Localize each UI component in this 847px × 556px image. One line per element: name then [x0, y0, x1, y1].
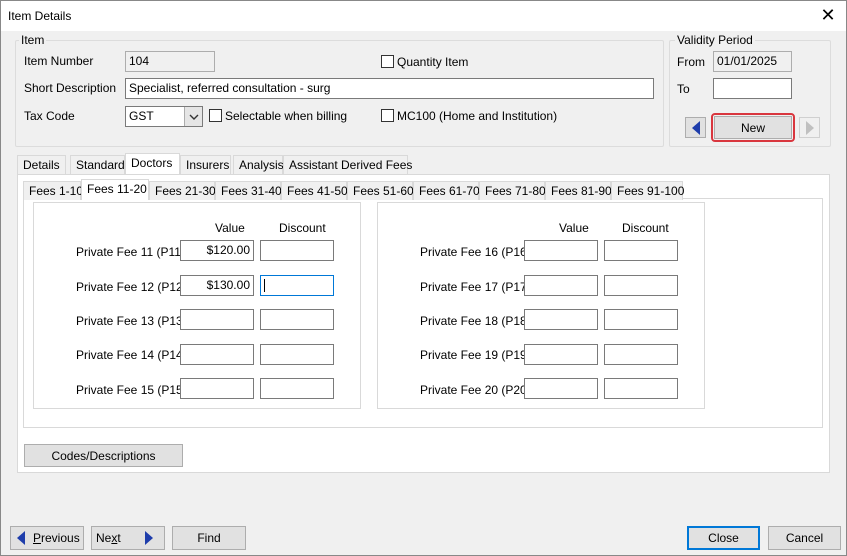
new-button[interactable]: New — [714, 116, 792, 139]
title-bar: Item Details ✕ — [1, 1, 846, 31]
tab-fees-41-50[interactable]: Fees 41-50 — [281, 181, 348, 200]
fee-value-field[interactable] — [524, 309, 598, 330]
item-group-legend: Item — [19, 33, 47, 47]
to-label: To — [677, 82, 690, 96]
right-triangle-icon — [805, 120, 814, 135]
fee-tab-strip: Fees 1-10 Fees 11-20 Fees 21-30 Fees 31-… — [23, 179, 684, 200]
selectable-when-billing-label: Selectable when billing — [225, 109, 348, 123]
fee-discount-field[interactable] — [604, 240, 678, 261]
fee-discount-field[interactable] — [604, 309, 678, 330]
previous-button[interactable]: Previous — [10, 526, 84, 550]
value-header-right: Value — [559, 221, 589, 235]
item-details-window: Item Details ✕ Item Item Number 104 Quan… — [0, 0, 847, 556]
tab-analysis[interactable]: Analysis — [233, 155, 284, 174]
short-description-field[interactable]: Specialist, referred consultation - surg — [125, 78, 654, 99]
tax-code-label: Tax Code — [24, 109, 75, 123]
value-header-left: Value — [215, 221, 245, 235]
left-triangle-icon — [17, 531, 25, 545]
fee-discount-field[interactable] — [260, 344, 334, 365]
tab-insurers[interactable]: Insurers — [180, 155, 231, 174]
next-label: Next — [96, 531, 121, 545]
text-caret — [264, 279, 265, 293]
next-label-start: Ne — [96, 531, 112, 545]
chevron-down-icon[interactable] — [184, 107, 202, 126]
main-tab-strip: Details Standard Doctors Insurers Analys… — [17, 153, 517, 175]
discount-header-left: Discount — [279, 221, 326, 235]
previous-mnemonic: P — [33, 531, 42, 545]
tab-fees-81-90[interactable]: Fees 81-90 — [545, 181, 612, 200]
item-number-field[interactable]: 104 — [125, 51, 215, 72]
validity-prev-button[interactable] — [685, 117, 706, 138]
tab-fees-61-70[interactable]: Fees 61-70 — [413, 181, 480, 200]
right-triangle-icon — [144, 531, 153, 545]
from-label: From — [677, 55, 705, 69]
close-icon[interactable]: ✕ — [818, 5, 838, 25]
fee-value-field[interactable] — [180, 344, 254, 365]
quantity-item-checkbox[interactable] — [381, 55, 394, 68]
tab-assistant-derived-fees[interactable]: Assistant Derived Fees — [283, 155, 412, 174]
fee-label: Private Fee 12 (P12) — [76, 280, 187, 294]
fee-discount-field[interactable] — [260, 309, 334, 330]
fee-value-field[interactable]: $120.00 — [180, 240, 254, 261]
fee-value-field[interactable] — [524, 275, 598, 296]
fee-value-field[interactable] — [180, 309, 254, 330]
fee-label: Private Fee 13 (P13) — [76, 314, 187, 328]
fee-label: Private Fee 11 (P11) — [76, 245, 185, 259]
fee-value-field[interactable] — [524, 344, 598, 365]
tax-code-value: GST — [129, 109, 154, 123]
fee-discount-field[interactable] — [604, 344, 678, 365]
fee-discount-field-focused[interactable] — [260, 275, 334, 296]
fee-discount-field[interactable] — [604, 275, 678, 296]
short-description-label: Short Description — [24, 81, 117, 95]
next-button[interactable]: Next — [91, 526, 165, 550]
tab-fees-31-40[interactable]: Fees 31-40 — [215, 181, 282, 200]
fee-label: Private Fee 14 (P14) — [76, 348, 187, 362]
fee-label: Private Fee 19 (P19) — [420, 348, 531, 362]
left-triangle-icon — [691, 120, 700, 135]
fee-value-field[interactable] — [524, 378, 598, 399]
fee-label: Private Fee 15 (P15) — [76, 383, 187, 397]
cancel-button[interactable]: Cancel — [768, 526, 841, 550]
close-button[interactable]: Close — [687, 526, 760, 550]
find-button[interactable]: Find — [172, 526, 246, 550]
tab-fees-71-80[interactable]: Fees 71-80 — [479, 181, 546, 200]
fee-value-field[interactable] — [180, 378, 254, 399]
previous-label: Previous — [33, 531, 80, 545]
to-date-field[interactable] — [713, 78, 792, 99]
mc100-checkbox[interactable] — [381, 109, 394, 122]
validity-next-button[interactable] — [799, 117, 820, 138]
next-label-end: t — [117, 531, 121, 545]
fee-discount-field[interactable] — [604, 378, 678, 399]
fee-discount-field[interactable] — [260, 378, 334, 399]
fee-value-field[interactable] — [524, 240, 598, 261]
fee-label: Private Fee 17 (P17) — [420, 280, 531, 294]
discount-header-right: Discount — [622, 221, 669, 235]
fee-discount-field[interactable] — [260, 240, 334, 261]
mc100-label: MC100 (Home and Institution) — [397, 109, 558, 123]
tab-fees-11-20[interactable]: Fees 11-20 — [81, 179, 149, 200]
codes-descriptions-button[interactable]: Codes/Descriptions — [24, 444, 183, 467]
item-number-label: Item Number — [24, 54, 94, 68]
selectable-when-billing-checkbox[interactable] — [209, 109, 222, 122]
fee-label: Private Fee 20 (P20) — [420, 383, 531, 397]
fee-label: Private Fee 18 (P18) — [420, 314, 531, 328]
tab-details[interactable]: Details — [17, 155, 66, 174]
fee-value-field[interactable]: $130.00 — [180, 275, 254, 296]
tab-standard[interactable]: Standard — [70, 155, 125, 174]
tab-fees-1-10[interactable]: Fees 1-10 — [23, 181, 83, 200]
tab-fees-91-100[interactable]: Fees 91-100 — [611, 181, 684, 200]
window-title: Item Details — [8, 9, 72, 23]
quantity-item-label: Quantity Item — [397, 55, 469, 69]
fee-label: Private Fee 16 (P16) — [420, 245, 531, 259]
from-date-field[interactable]: 01/01/2025 — [713, 51, 792, 72]
validity-group-legend: Validity Period — [675, 33, 755, 47]
previous-label-rest: revious — [41, 531, 80, 545]
tab-fees-21-30[interactable]: Fees 21-30 — [149, 181, 216, 200]
tab-fees-51-60[interactable]: Fees 51-60 — [347, 181, 414, 200]
tab-doctors[interactable]: Doctors — [125, 153, 180, 174]
